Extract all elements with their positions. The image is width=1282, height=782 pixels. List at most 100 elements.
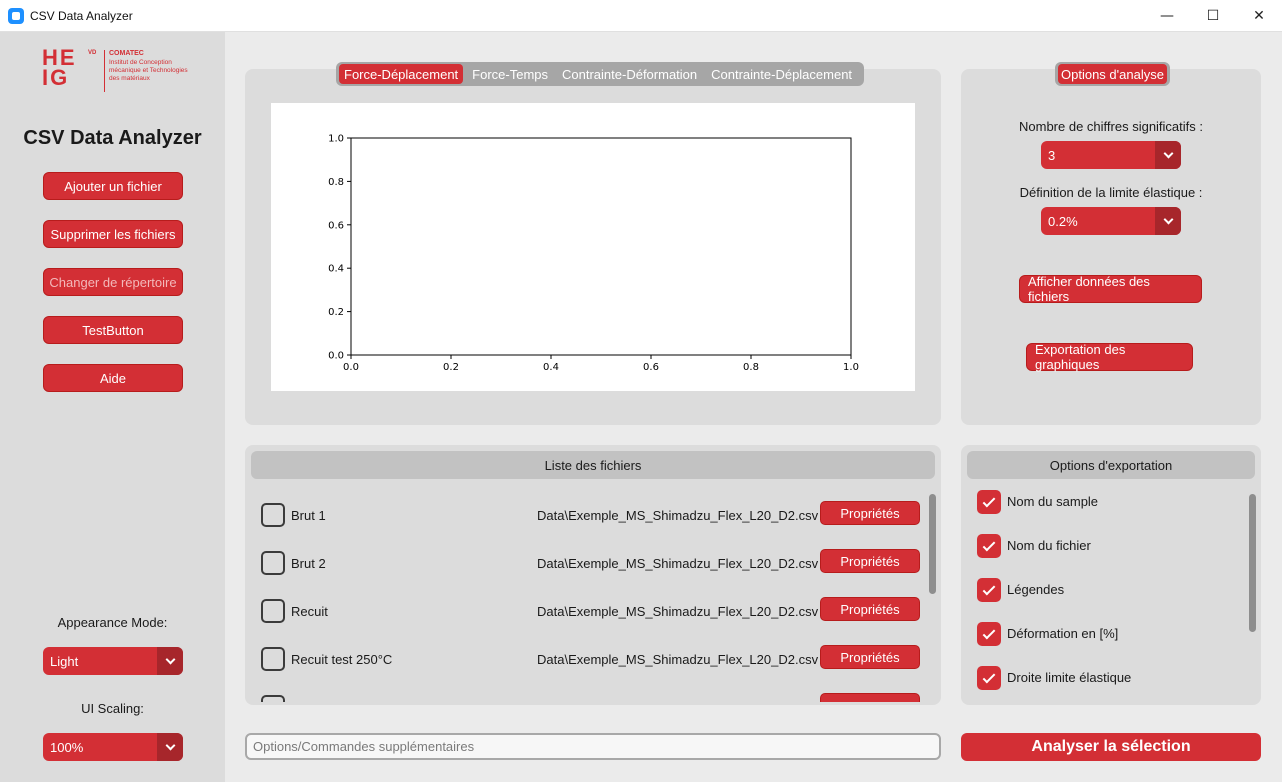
file-checkbox[interactable] xyxy=(261,695,285,702)
plot-tabs: Force-Déplacement Force-Temps Contrainte… xyxy=(336,62,865,86)
export-options-panel xyxy=(961,445,1261,705)
file-checkbox[interactable] xyxy=(261,599,285,623)
delete-files-button[interactable]: Supprimer les fichiers xyxy=(43,220,183,248)
help-button[interactable]: Aide xyxy=(43,364,183,392)
change-directory-button[interactable]: Changer de répertoire xyxy=(43,268,183,296)
list-item: Brut 2 Data\Exemple_MS_Shimadzu_Flex_L20… xyxy=(246,548,936,578)
checkbox-checked-icon[interactable] xyxy=(977,622,1001,646)
logo-heig-text: HE IG xyxy=(42,45,77,90)
command-input[interactable] xyxy=(245,733,941,760)
x-tick-label: 0.2 xyxy=(443,362,459,373)
elastic-limit-label: Définition de la limite élastique : xyxy=(1019,185,1203,200)
sig-figs-select[interactable]: 3 xyxy=(1041,141,1181,169)
file-name: Recuit test 250°C xyxy=(291,652,393,667)
logo-vd-text: VD xyxy=(88,50,97,56)
appearance-mode-value: Light xyxy=(50,653,79,669)
sig-figs-label: Nombre de chiffres significatifs : xyxy=(1019,119,1203,134)
app-title: CSV Data Analyzer xyxy=(23,127,202,149)
close-button[interactable]: ✕ xyxy=(1236,0,1282,32)
list-item: Recuit Data\Exemple_MS_Shimadzu_Flex_L20… xyxy=(246,596,936,626)
chevron-down-icon[interactable] xyxy=(157,733,183,761)
export-option-label: Droite limite élastique xyxy=(1007,670,1132,685)
show-file-data-button[interactable]: Afficher données des fichiers xyxy=(1019,274,1202,304)
export-options-header: Options d'exportation xyxy=(967,451,1255,479)
logo-description: Institut de Conception mécanique et Tech… xyxy=(109,59,188,82)
y-tick-label: 0.8 xyxy=(328,177,344,188)
minimize-button[interactable]: — xyxy=(1144,0,1190,32)
file-name: Recuit xyxy=(291,604,328,619)
x-tick-label: 1.0 xyxy=(843,362,859,373)
y-tick-label: 0.0 xyxy=(328,351,344,362)
export-option-label: Nom du fichier xyxy=(1007,538,1091,553)
y-tick-label: 0.6 xyxy=(328,220,344,231)
tab-contrainte-deformation[interactable]: Contrainte-Déformation xyxy=(557,64,702,84)
properties-button[interactable]: Propriétés xyxy=(820,501,920,525)
list-item: Brut 1 Data\Exemple_MS_Shimadzu_Flex_L20… xyxy=(246,500,936,530)
logo-divider xyxy=(104,50,105,92)
logo-comatec-text: COMATEC xyxy=(109,50,144,57)
chevron-down-icon[interactable] xyxy=(1155,141,1181,169)
x-tick-label: 0.6 xyxy=(643,362,659,373)
file-checkbox[interactable] xyxy=(261,503,285,527)
elastic-limit-value: 0.2% xyxy=(1048,213,1078,229)
file-checkbox[interactable] xyxy=(261,551,285,575)
y-tick-label: 0.2 xyxy=(328,307,344,318)
appearance-mode-select[interactable]: Light xyxy=(43,647,183,675)
chevron-down-icon[interactable] xyxy=(1155,207,1181,235)
checkbox-checked-icon[interactable] xyxy=(977,578,1001,602)
file-path: Data\Exemple_MS_Shimadzu_Flex_L20_D2.csv xyxy=(537,508,819,523)
sidebar: HE IG VD COMATEC Institut de Conception … xyxy=(0,32,225,782)
x-tick-label: 0.0 xyxy=(343,362,359,373)
file-path: Data\Exemple_MS_Shimadzu_Flex_L20_D2.csv xyxy=(537,652,819,667)
maximize-button[interactable]: ☐ xyxy=(1190,0,1236,32)
window-title: CSV Data Analyzer xyxy=(30,8,133,23)
export-option-label: Légendes xyxy=(1007,582,1065,597)
elastic-limit-select[interactable]: 0.2% xyxy=(1041,207,1181,235)
export-option-label: Déformation en [%] xyxy=(1007,626,1119,641)
file-list-scrollbar[interactable] xyxy=(929,494,936,594)
list-item-partial xyxy=(246,692,936,702)
y-tick-label: 1.0 xyxy=(328,134,344,145)
file-list-header: Liste des fichiers xyxy=(251,451,935,479)
chart-svg: 0.0 0.2 0.4 0.6 0.8 1.0 0.0 0.2 0.4 0.6 0.8 1.0 xyxy=(328,134,859,374)
file-list: Brut 1 Data\Exemple_MS_Shimadzu_Flex_L20… xyxy=(246,490,936,702)
export-options-scrollbar[interactable] xyxy=(1249,494,1256,632)
appearance-mode-label: Appearance Mode: xyxy=(57,615,168,630)
y-tick-label: 0.4 xyxy=(328,264,344,275)
x-tick-label: 0.4 xyxy=(543,362,559,373)
properties-button[interactable]: Propriétés xyxy=(820,549,920,573)
analysis-options-tab[interactable]: Options d'analyse xyxy=(1055,62,1170,86)
x-tick-label: 0.8 xyxy=(743,362,759,373)
properties-button[interactable]: Propriétés xyxy=(820,645,920,669)
analyze-selection-button[interactable]: Analyser la sélection xyxy=(961,733,1261,761)
axes-frame xyxy=(350,137,852,356)
ui-scaling-select[interactable]: 100% xyxy=(43,733,183,761)
file-path: Data\Exemple_MS_Shimadzu_Flex_L20_D2.csv xyxy=(537,556,819,571)
analysis-options-tab-label: Options d'analyse xyxy=(1058,64,1167,84)
plot-canvas[interactable]: 0.0 0.2 0.4 0.6 0.8 1.0 0.0 0.2 0.4 0.6 0.8 1.0 xyxy=(271,103,915,391)
chevron-down-icon[interactable] xyxy=(157,647,183,675)
list-item: Recuit test 250°C Data\Exemple_MS_Shimad… xyxy=(246,644,936,674)
window-controls: — ☐ ✕ xyxy=(1144,0,1282,32)
file-checkbox[interactable] xyxy=(261,647,285,671)
heig-vd-logo: HE IG VD COMATEC Institut de Conception … xyxy=(42,45,192,98)
ui-scaling-value: 100% xyxy=(50,739,84,755)
tab-force-temps[interactable]: Force-Temps xyxy=(467,64,553,84)
properties-button[interactable]: Propriétés xyxy=(820,597,920,621)
add-file-button[interactable]: Ajouter un fichier xyxy=(43,172,183,200)
sig-figs-value: 3 xyxy=(1048,147,1056,163)
properties-button[interactable] xyxy=(820,693,920,702)
file-name: Brut 1 xyxy=(291,508,326,523)
checkbox-checked-icon[interactable] xyxy=(977,666,1001,690)
app-icon xyxy=(8,7,24,24)
title-bar: CSV Data Analyzer — ☐ ✕ xyxy=(0,0,1282,32)
checkbox-checked-icon[interactable] xyxy=(977,490,1001,514)
ui-scaling-label: UI Scaling: xyxy=(81,701,144,716)
checkbox-checked-icon[interactable] xyxy=(977,534,1001,558)
file-name: Brut 2 xyxy=(291,556,326,571)
tab-contrainte-deplacement[interactable]: Contrainte-Déplacement xyxy=(706,64,857,84)
export-graphs-button[interactable]: Exportation des graphiques xyxy=(1026,342,1193,372)
file-path: Data\Exemple_MS_Shimadzu_Flex_L20_D2.csv xyxy=(537,604,819,619)
tab-force-deplacement[interactable]: Force-Déplacement xyxy=(339,64,464,84)
test-button[interactable]: TestButton xyxy=(43,316,183,344)
